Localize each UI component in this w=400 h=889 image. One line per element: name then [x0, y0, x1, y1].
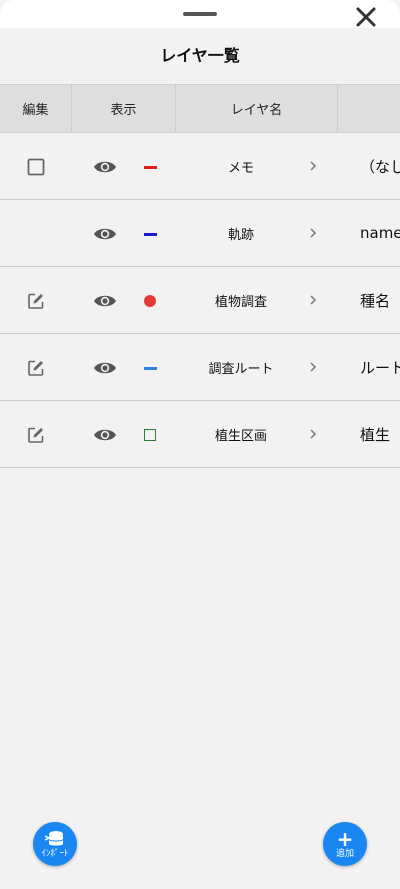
- pencil-edit-icon: [28, 293, 44, 309]
- layer-row[interactable]: 軌跡 name: [0, 200, 400, 267]
- column-header-show: 表示: [72, 85, 176, 132]
- column-header-edit: 編集: [0, 85, 72, 132]
- chevron-right-icon[interactable]: [306, 292, 320, 308]
- import-label: ｲﾝﾎﾟｰﾄ: [41, 848, 69, 859]
- close-button[interactable]: [352, 3, 380, 31]
- add-layer-button[interactable]: + 追加: [323, 822, 367, 866]
- eye-icon[interactable]: [93, 427, 117, 443]
- layer-name[interactable]: 植生区画: [176, 401, 306, 467]
- checkbox-icon: [27, 158, 45, 176]
- line-symbol: [141, 359, 159, 377]
- label-field[interactable]: （なし: [360, 133, 400, 199]
- chevron-right-icon[interactable]: [306, 158, 320, 174]
- eye-icon[interactable]: [93, 360, 117, 376]
- line-symbol: [141, 225, 159, 243]
- pencil-edit-icon: [28, 360, 44, 376]
- layer-row[interactable]: 植物調査 種名: [0, 267, 400, 334]
- chevron-right-icon[interactable]: [306, 426, 320, 442]
- layer-name[interactable]: 軌跡: [176, 200, 306, 266]
- label-field[interactable]: 種名: [360, 267, 400, 333]
- layer-name[interactable]: メモ: [176, 133, 306, 199]
- eye-icon[interactable]: [93, 293, 117, 309]
- label-field[interactable]: ルート: [360, 334, 400, 400]
- eye-icon[interactable]: [93, 159, 117, 175]
- layer-name[interactable]: 植物調査: [176, 267, 306, 333]
- chevron-right-icon[interactable]: [306, 359, 320, 375]
- layer-name[interactable]: 調査ルート: [176, 334, 306, 400]
- add-label: 追加: [335, 848, 354, 859]
- layer-row[interactable]: 調査ルート ルート: [0, 334, 400, 401]
- chevron-right-icon[interactable]: [306, 225, 320, 241]
- pencil-edit-icon: [28, 427, 44, 443]
- edit-button[interactable]: [26, 425, 46, 445]
- label-field[interactable]: 植生: [360, 401, 400, 467]
- edit-button[interactable]: [26, 291, 46, 311]
- plus-icon: +: [336, 826, 354, 851]
- layer-row[interactable]: メモ （なし: [0, 133, 400, 200]
- database-import-icon: [44, 830, 63, 845]
- edit-checkbox[interactable]: [26, 157, 46, 177]
- point-symbol: [141, 292, 159, 310]
- drag-handle[interactable]: [183, 12, 217, 16]
- page-title: レイヤ一覧: [160, 46, 240, 65]
- column-header-field: [338, 85, 400, 132]
- column-header-name: レイヤ名: [176, 85, 338, 132]
- label-field[interactable]: name: [360, 200, 400, 266]
- line-symbol: [141, 158, 159, 176]
- layer-row[interactable]: 植生区画 植生: [0, 401, 400, 468]
- edit-button[interactable]: [26, 358, 46, 378]
- sheet-header: [0, 0, 400, 28]
- eye-icon[interactable]: [93, 226, 117, 242]
- table-header: 編集 表示 レイヤ名: [0, 84, 400, 133]
- polygon-symbol: [141, 426, 159, 444]
- import-button[interactable]: ｲﾝﾎﾟｰﾄ: [33, 822, 77, 866]
- close-icon: [356, 7, 376, 27]
